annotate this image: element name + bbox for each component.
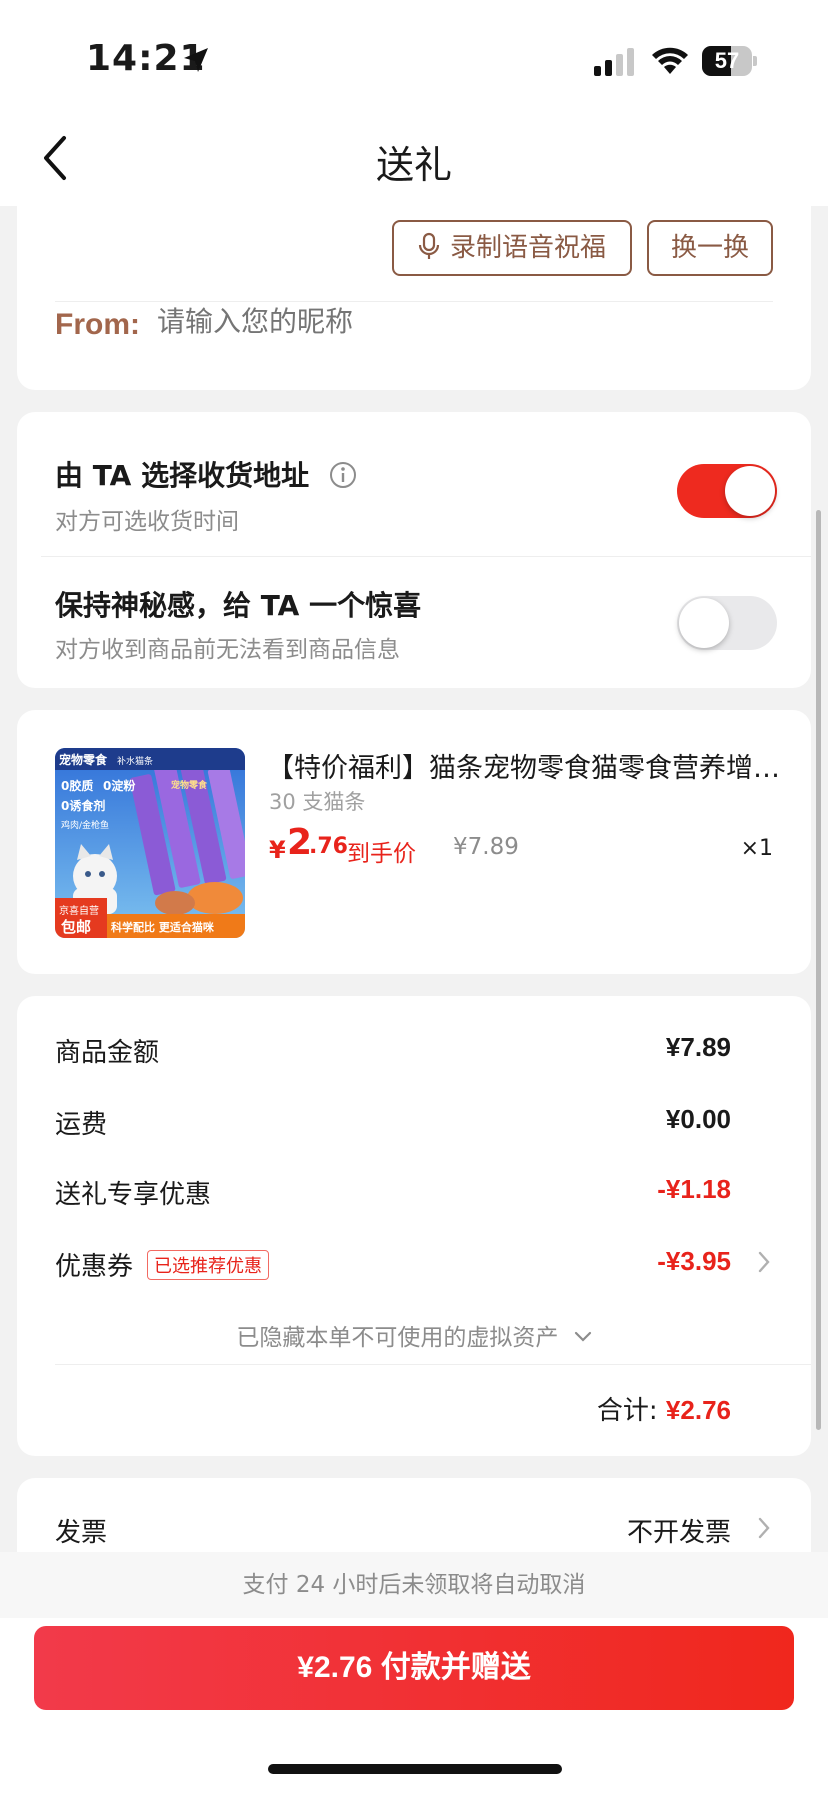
shuffle-button[interactable]: 换一换 (647, 220, 773, 276)
original-price: ¥7.89 (453, 834, 519, 860)
product-image-slogan: 科学配比 更适合猫咪 (111, 920, 215, 934)
divider (41, 556, 811, 557)
home-indicator[interactable] (268, 1764, 562, 1774)
summary-label-shipping: 运费 (55, 1110, 108, 1140)
greeting-card: 录制语音祝福 换一换 From: (17, 190, 811, 390)
product-image-graphic: 宠物零食 补水猫条 宠物零食 0胶质 0淀粉 0诱食剂 鸡肉/金枪鱼 京喜自营 … (55, 748, 245, 938)
product-image-free-ship: 包邮 (61, 918, 91, 936)
record-voice-button[interactable]: 录制语音祝福 (392, 220, 632, 276)
product-stick-label: 宠物零食 (171, 779, 208, 791)
summary-card: 商品金额 ¥7.89 运费 ¥0.00 送礼专享优惠 -¥1.18 优惠券 已选推… (17, 996, 811, 1456)
product-flavor: 鸡肉/金枪鱼 (61, 819, 109, 831)
total-value: ¥2.76 (665, 1395, 731, 1425)
option-title-recipient-address: 由 TA 选择收货地址 (55, 454, 357, 494)
chevron-down-icon (574, 1331, 591, 1342)
from-label: From: (55, 308, 140, 341)
record-voice-label: 录制语音祝福 (449, 233, 606, 263)
toggle-surprise[interactable] (677, 596, 777, 650)
product-image-title: 宠物零食 (59, 752, 108, 767)
option-subtitle-surprise: 对方收到商品前无法看到商品信息 (55, 637, 400, 663)
divider (55, 301, 773, 302)
page-title: 送礼 (375, 143, 452, 187)
product-badge-3: 0诱食剂 (61, 798, 105, 813)
price-tag: 到手价 (347, 841, 416, 867)
product-spec: 30 支猫条 (269, 790, 366, 814)
status-bar: 14:21 57 (0, 0, 828, 110)
option-title-surprise: 保持神秘感，给 TA 一个惊喜 (55, 589, 422, 622)
microphone-icon (418, 232, 440, 259)
battery-level: 57 (714, 48, 740, 73)
pay-and-gift-button[interactable]: ¥2.76 付款并赠送 (34, 1626, 794, 1710)
toggle-recipient-address[interactable] (677, 464, 777, 518)
options-card: 由 TA 选择收货地址 对方可选收货时间 保持神秘感，给 TA 一个惊喜 对方收… (17, 412, 811, 688)
quantity: ×1 (740, 836, 773, 861)
product-image-subtitle: 补水猫条 (117, 755, 153, 767)
total-amount: 合计: ¥2.76 (597, 1390, 731, 1427)
auto-cancel-notice: 支付 24 小时后未领取将自动取消 (0, 1552, 828, 1618)
coupon-badge: 已选推荐优惠 (147, 1250, 270, 1280)
product-badge-1: 0胶质 (61, 778, 93, 793)
summary-label-gift-discount: 送礼专享优惠 (55, 1180, 212, 1210)
chevron-right-icon[interactable] (757, 1516, 771, 1540)
summary-label-goods: 商品金额 (55, 1038, 160, 1068)
cellular-signal-icon (594, 48, 634, 76)
invoice-label: 发票 (55, 1518, 108, 1548)
option-subtitle-recipient-address: 对方可选收货时间 (55, 509, 239, 535)
divider (55, 1364, 811, 1365)
product-card[interactable]: 宠物零食 补水猫条 宠物零食 0胶质 0淀粉 0诱食剂 鸡肉/金枪鱼 京喜自营 … (17, 710, 811, 974)
summary-label-coupon[interactable]: 优惠券 已选推荐优惠 (55, 1246, 270, 1283)
info-icon[interactable] (329, 461, 357, 489)
price-decimal: .76 (309, 834, 348, 859)
nickname-input[interactable] (157, 306, 657, 338)
chevron-right-icon[interactable] (757, 1250, 771, 1274)
battery-icon: 57 (702, 46, 757, 76)
invoice-value: 不开发票 (626, 1517, 731, 1547)
product-title[interactable]: 【特价福利】猫条宠物零食猫零食营养增… (267, 746, 787, 785)
wifi-icon (652, 47, 688, 74)
summary-value-goods: ¥7.89 (665, 1032, 731, 1062)
total-label: 合计: (596, 1396, 658, 1426)
summary-value-shipping: ¥0.00 (665, 1104, 731, 1134)
summary-value-coupon[interactable]: -¥3.95 (657, 1246, 731, 1277)
product-image-seller: 京喜自营 (59, 904, 99, 917)
price-currency: ¥ (269, 836, 286, 864)
product-badge-2: 0淀粉 (103, 778, 135, 793)
scrollbar[interactable] (816, 510, 821, 1430)
location-arrow-icon (184, 48, 208, 72)
hidden-assets-toggle[interactable]: 已隐藏本单不可使用的虚拟资产 (17, 1318, 811, 1352)
summary-value-gift-discount: -¥1.18 (657, 1174, 731, 1204)
product-image[interactable]: 宠物零食 补水猫条 宠物零食 0胶质 0淀粉 0诱食剂 鸡肉/金枪鱼 京喜自营 … (55, 748, 245, 938)
